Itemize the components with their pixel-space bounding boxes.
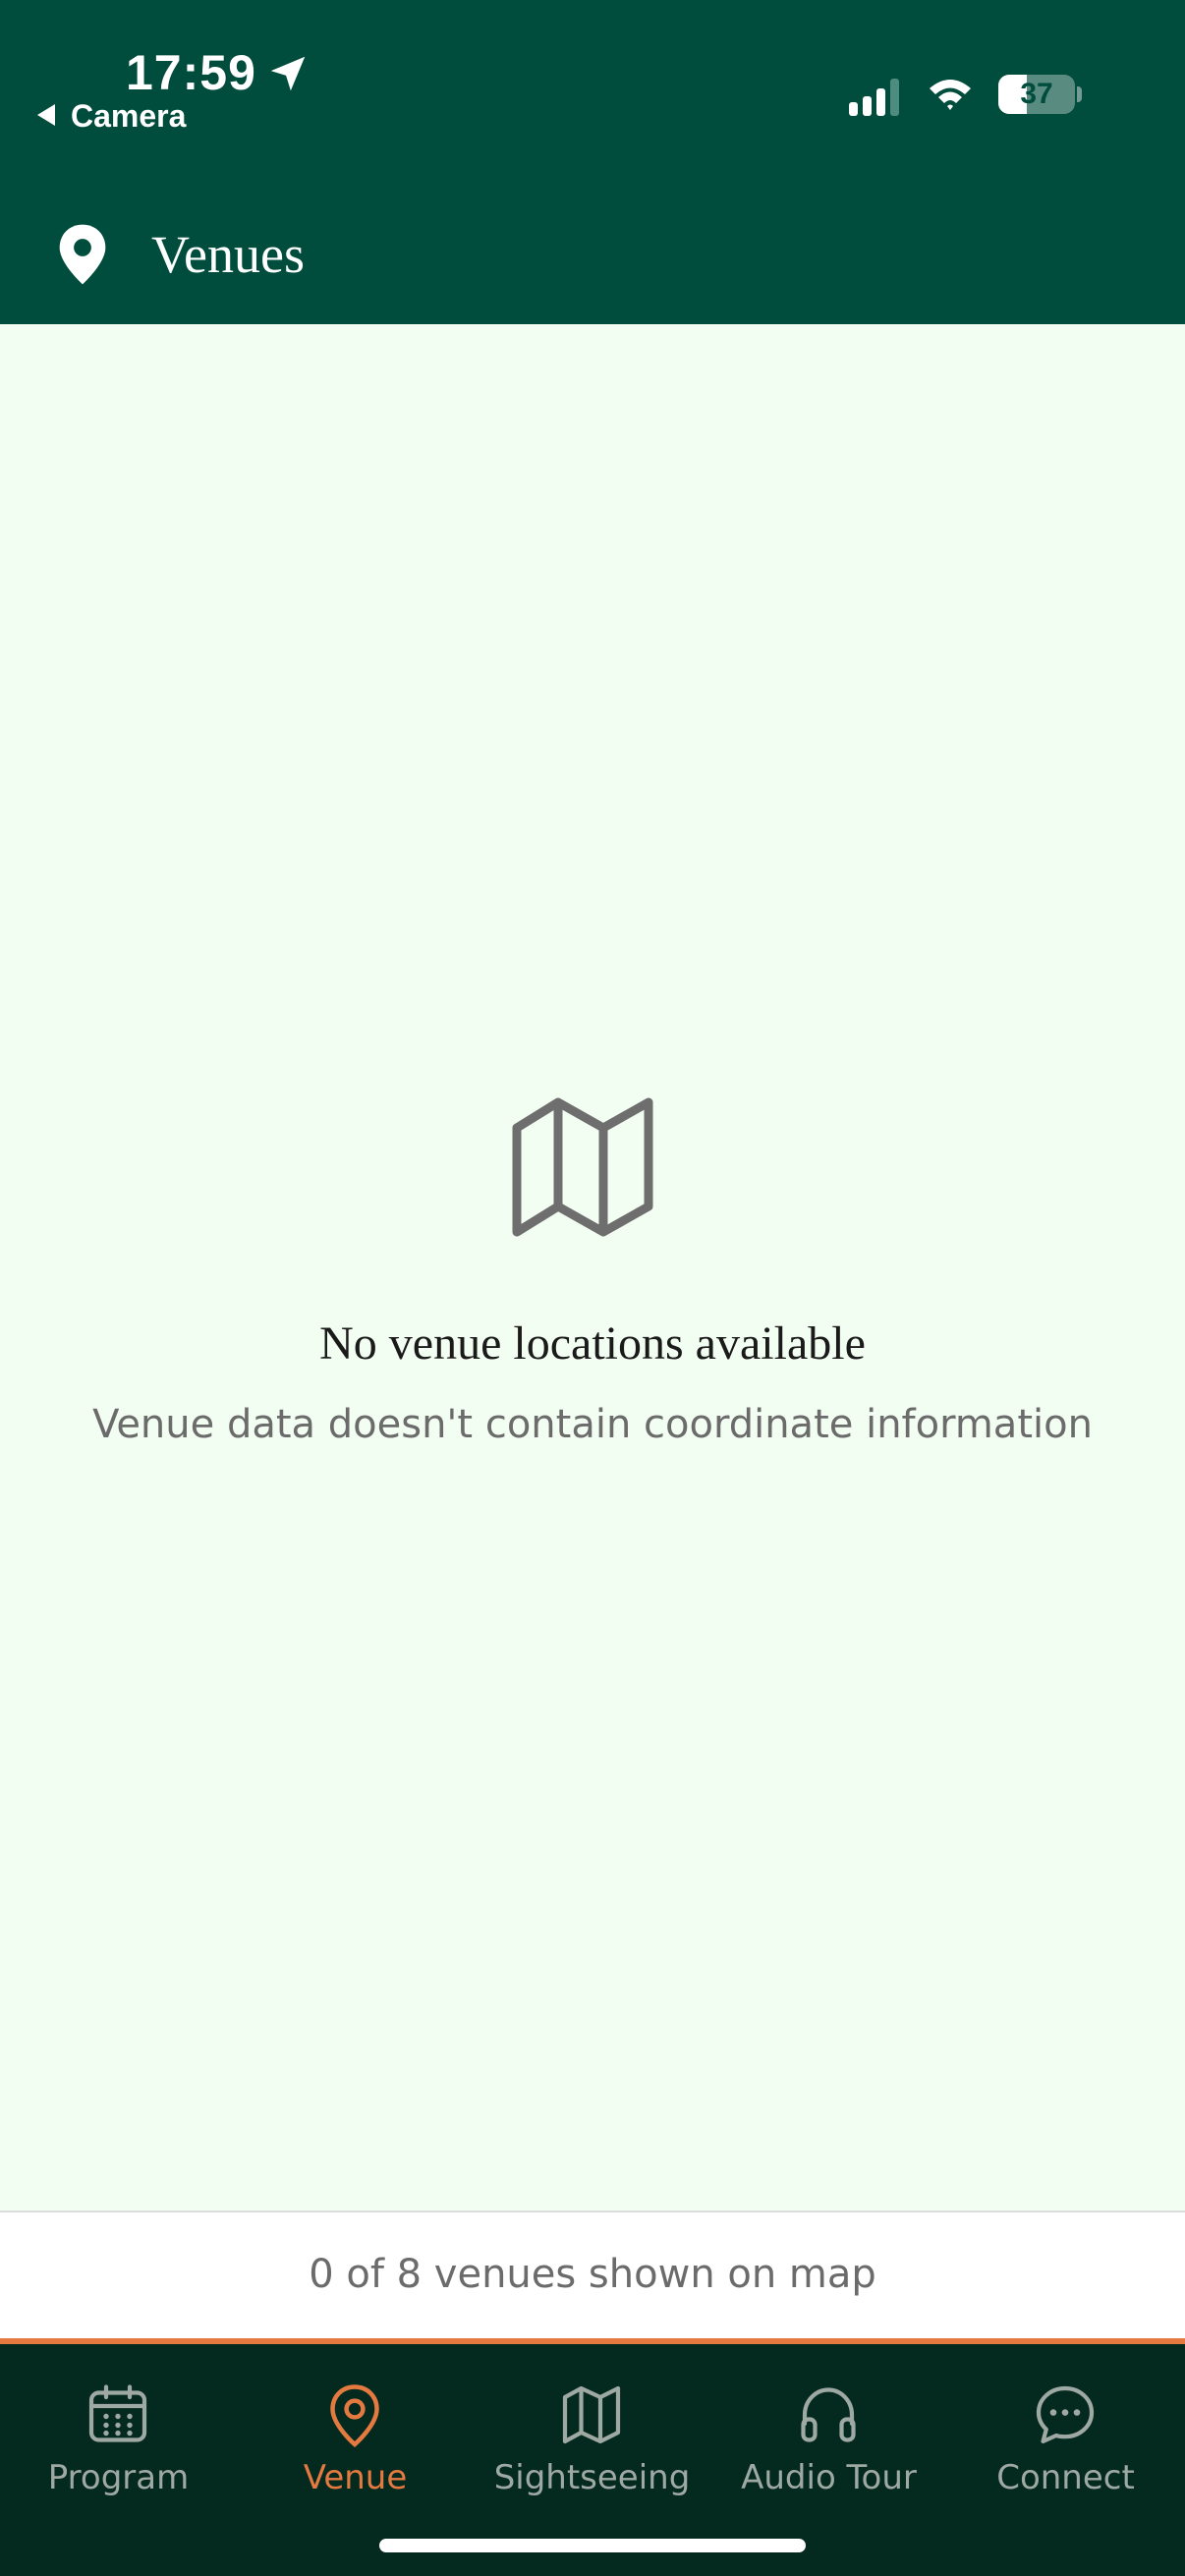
tab-program[interactable]: Program <box>0 2344 237 2521</box>
tab-label: Venue <box>303 2458 408 2497</box>
empty-state-title: No venue locations available <box>319 1317 866 1370</box>
venue-count-text: 0 of 8 venues shown on map <box>309 2252 876 2297</box>
location-arrow-icon <box>270 56 306 91</box>
tab-label: Audio Tour <box>741 2458 917 2497</box>
map-icon <box>562 2385 621 2444</box>
chat-bubble-icon <box>1036 2385 1095 2444</box>
tab-audio-tour[interactable]: Audio Tour <box>710 2344 947 2521</box>
calendar-icon <box>88 2384 147 2442</box>
tab-connect[interactable]: Connect <box>947 2344 1184 2521</box>
back-caret-icon[interactable] <box>37 104 55 126</box>
status-time: 17:59 <box>126 45 256 100</box>
page-title: Venues <box>151 225 305 284</box>
headphones-icon <box>801 2387 856 2442</box>
tab-label: Program <box>47 2458 190 2497</box>
home-indicator[interactable] <box>379 2539 806 2552</box>
tab-label: Connect <box>996 2458 1135 2497</box>
tab-sightseeing[interactable]: Sightseeing <box>474 2344 710 2521</box>
empty-state-subtitle: Venue data doesn't contain coordinate in… <box>92 1402 1093 1447</box>
tab-venue[interactable]: Venue <box>237 2344 474 2521</box>
app-header: 17:59 Camera 37 Venues <box>0 0 1185 324</box>
back-to-app-link[interactable]: Camera <box>71 96 186 136</box>
map-pin-icon <box>59 224 106 285</box>
battery-indicator: 37 <box>998 75 1083 116</box>
folded-map-icon <box>512 1097 653 1237</box>
tab-label: Sightseeing <box>493 2458 691 2497</box>
venue-count-bar: 0 of 8 venues shown on map <box>0 2211 1185 2340</box>
cellular-signal-icon <box>849 79 899 116</box>
wifi-icon <box>930 80 971 110</box>
battery-percent: 37 <box>1020 78 1053 110</box>
map-pin-icon <box>330 2384 379 2447</box>
